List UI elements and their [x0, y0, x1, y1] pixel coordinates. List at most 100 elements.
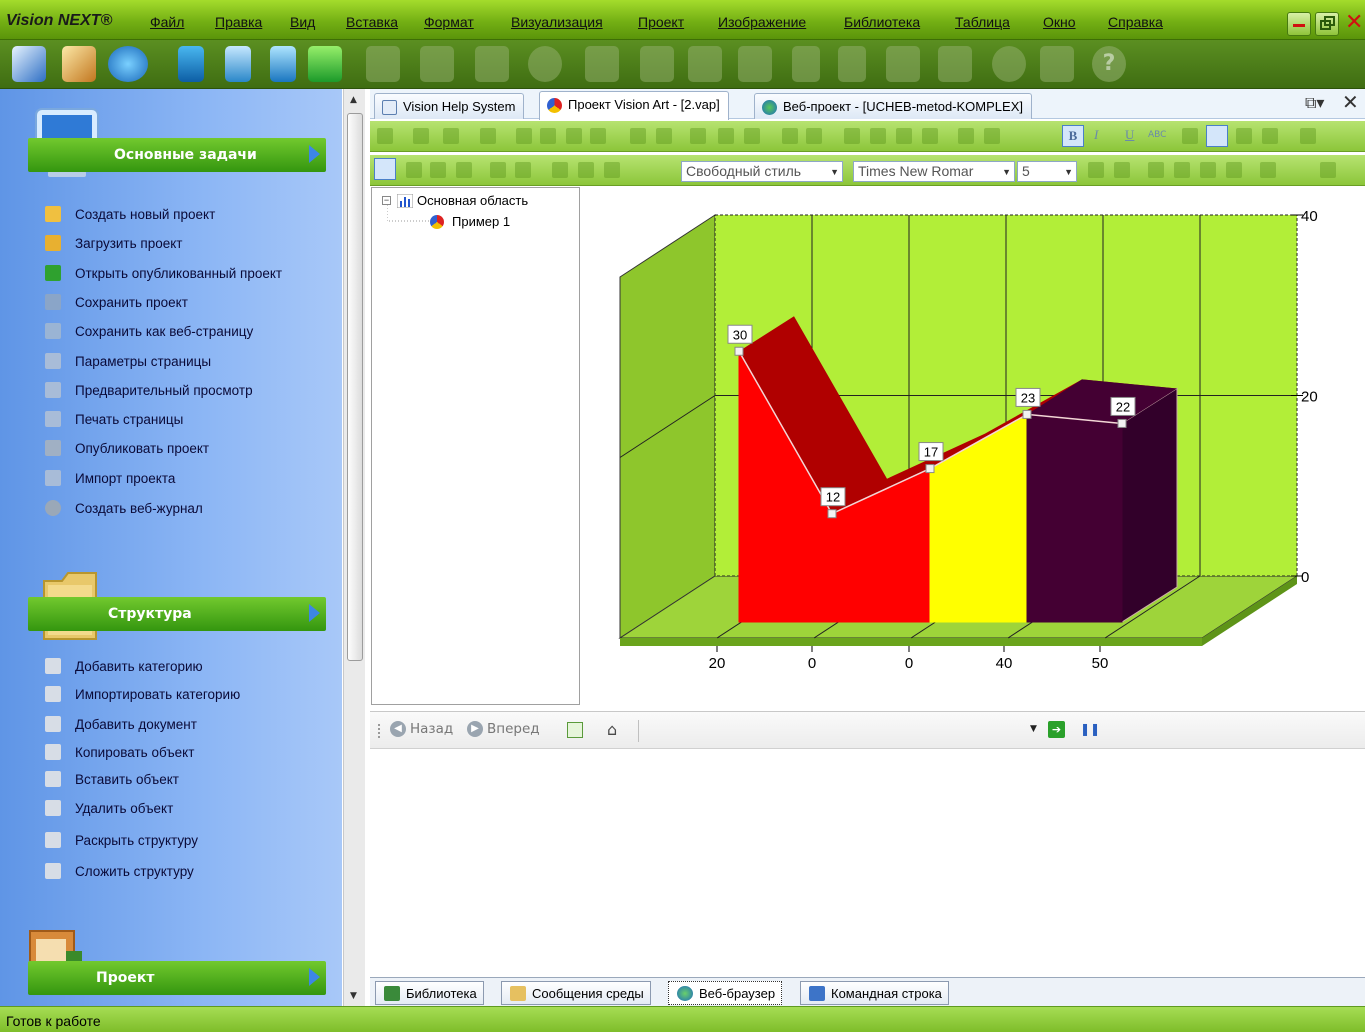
project-header[interactable]: Проект [28, 961, 326, 995]
tool-icon-8[interactable] [838, 46, 866, 82]
menu-file[interactable]: Файл [150, 14, 184, 30]
menu-view[interactable]: Вид [290, 14, 315, 30]
document-page-icon[interactable] [270, 46, 296, 82]
dropdown-arrow-icon[interactable]: ▼ [1064, 167, 1073, 177]
task-web-journal[interactable]: Создать веб-журнал [45, 497, 203, 519]
go-icon[interactable]: ➔ [1048, 721, 1065, 738]
tab-messages[interactable]: Сообщения среды [501, 981, 651, 1005]
tool-icon-5[interactable] [688, 46, 722, 82]
scroll-up-icon[interactable]: ▲ [350, 95, 357, 105]
tab-command-line[interactable]: Командная строка [800, 981, 949, 1005]
find-icon[interactable] [958, 128, 974, 144]
tab-web-project[interactable]: Веб-проект - [UCHEB-metod-KOMPLEX] [754, 93, 1032, 119]
menu-visualization[interactable]: Визуализация [511, 14, 603, 30]
back-button[interactable]: ◀ Назад [390, 721, 453, 737]
task-copy-object[interactable]: Копировать объект [45, 741, 194, 763]
main-tasks-header[interactable]: Основные задачи [28, 138, 326, 172]
table-icon[interactable] [1320, 162, 1336, 178]
tab-library[interactable]: Библиотека [375, 981, 484, 1005]
fmt-icon[interactable] [1200, 162, 1216, 178]
task-new-project[interactable]: Создать новый проект [45, 203, 215, 225]
underline-icon[interactable]: U [1125, 127, 1134, 143]
structure-header[interactable]: Структура [28, 597, 326, 631]
task-save-project[interactable]: Сохранить проект [45, 291, 188, 313]
fmt-icon[interactable] [984, 128, 1000, 144]
tool-icon-7[interactable] [792, 46, 820, 82]
menu-project[interactable]: Проект [638, 14, 684, 30]
list-icon[interactable] [1300, 128, 1316, 144]
print-icon[interactable] [690, 128, 706, 144]
window-list-icon[interactable]: ⧉▾ [1305, 93, 1324, 113]
fmt-icon[interactable] [604, 162, 620, 178]
fmt-icon[interactable] [413, 128, 429, 144]
task-page-setup[interactable]: Параметры страницы [45, 350, 211, 372]
menu-image[interactable]: Изображение [718, 14, 806, 30]
cut-icon[interactable] [844, 128, 860, 144]
search-icon[interactable] [992, 46, 1026, 82]
fmt-icon[interactable] [566, 128, 582, 144]
task-import[interactable]: Импорт проекта [45, 467, 175, 489]
preview-icon[interactable] [744, 128, 760, 144]
align-center-icon[interactable] [1206, 125, 1228, 147]
document-list-icon[interactable] [225, 46, 251, 82]
tool-icon-6[interactable] [738, 46, 772, 82]
task-print[interactable]: Печать страницы [45, 408, 183, 430]
scroll-thumb[interactable] [347, 113, 363, 661]
align-left-icon[interactable] [1182, 128, 1198, 144]
minimize-icon[interactable] [1287, 12, 1311, 36]
delete-icon[interactable] [922, 128, 938, 144]
copy-icon[interactable] [870, 128, 886, 144]
chevron-right-icon[interactable] [309, 145, 320, 163]
italic-icon[interactable]: I [1094, 127, 1098, 143]
restore-icon[interactable] [1315, 12, 1339, 36]
fmt-icon[interactable] [1174, 162, 1190, 178]
task-load-project[interactable]: Загрузить проект [45, 232, 182, 254]
globe-icon[interactable] [108, 46, 148, 82]
fmt-icon[interactable] [430, 162, 446, 178]
sidebar-scrollbar[interactable]: ▲ ▼ [343, 89, 365, 1006]
strikethrough-icon[interactable]: ABC [1148, 130, 1166, 140]
tool-icon-2[interactable] [420, 46, 454, 82]
task-save-web[interactable]: Сохранить как веб-страницу [45, 320, 253, 342]
task-collapse-structure[interactable]: Сложить структуру [45, 860, 194, 882]
menu-edit[interactable]: Правка [215, 14, 262, 30]
scroll-down-icon[interactable]: ▼ [350, 991, 357, 1001]
font-color-icon[interactable] [552, 162, 568, 178]
fmt-icon[interactable] [782, 128, 798, 144]
address-dropdown-icon[interactable]: ▼ [1030, 724, 1037, 734]
fmt-icon[interactable] [480, 128, 496, 144]
task-add-category[interactable]: Добавить категорию [45, 655, 203, 677]
fmt-icon[interactable] [406, 162, 422, 178]
refresh-icon[interactable] [567, 722, 583, 738]
fmt-icon[interactable] [1226, 162, 1242, 178]
chevron-right-icon[interactable] [309, 604, 320, 622]
fmt-icon[interactable] [590, 128, 606, 144]
tool-icon-9[interactable] [886, 46, 920, 82]
fmt-icon[interactable] [718, 128, 734, 144]
home-icon[interactable]: ⌂ [607, 720, 617, 739]
fmt-icon[interactable] [806, 128, 822, 144]
fmt-icon[interactable] [490, 162, 506, 178]
area-chart-3d[interactable]: 30 12 17 23 22 0 20 40 20 0 0 40 50 [582, 187, 1365, 707]
task-preview[interactable]: Предварительный просмотр [45, 379, 253, 401]
tree-node-example[interactable]: Пример 1 [430, 214, 510, 229]
align-right-icon[interactable] [1236, 128, 1252, 144]
fmt-icon[interactable] [515, 162, 531, 178]
task-paste-object[interactable]: Вставить объект [45, 768, 179, 790]
tool-icon-4[interactable] [640, 46, 674, 82]
dropdown-arrow-icon[interactable]: ▼ [830, 167, 839, 177]
export-arrow-icon[interactable] [308, 46, 342, 82]
help-icon[interactable]: ? [1092, 46, 1126, 82]
tab-help-system[interactable]: Vision Help System [374, 93, 525, 119]
tool-icon-3[interactable] [585, 46, 619, 82]
close-tab-icon[interactable]: ✕ [1342, 90, 1359, 114]
task-expand-structure[interactable]: Раскрыть структуру [45, 829, 198, 851]
justify-icon[interactable] [1262, 128, 1278, 144]
menu-help[interactable]: Справка [1108, 14, 1163, 30]
fmt-icon[interactable] [540, 128, 556, 144]
fmt-icon[interactable] [1088, 162, 1104, 178]
disc-icon[interactable] [528, 46, 562, 82]
image-gallery-icon[interactable] [62, 46, 96, 82]
task-publish[interactable]: Опубликовать проект [45, 437, 209, 459]
tool-icon-10[interactable] [938, 46, 972, 82]
